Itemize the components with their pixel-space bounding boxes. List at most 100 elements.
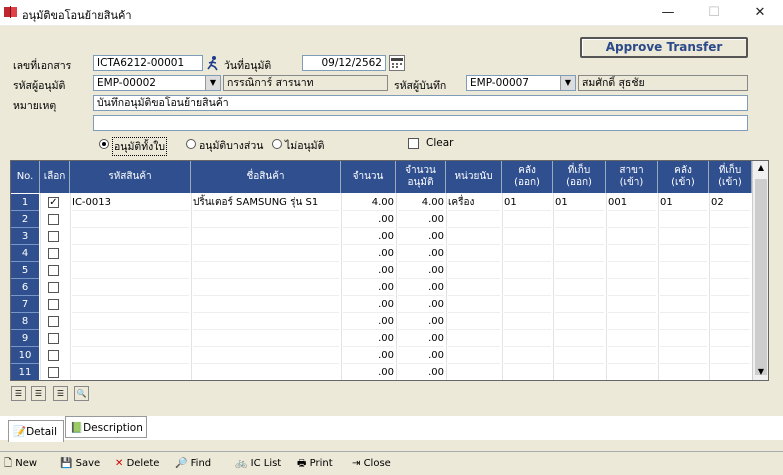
chevron-down-icon[interactable]: ▼ bbox=[560, 76, 575, 90]
cell-wh-in[interactable] bbox=[660, 279, 707, 296]
remark-field-2[interactable] bbox=[93, 115, 748, 131]
cell-branch-in[interactable] bbox=[608, 313, 656, 330]
save-button[interactable]: 💾 Save bbox=[60, 454, 100, 474]
minimize-button[interactable]: — bbox=[645, 0, 691, 26]
cell-approved[interactable]: .00 bbox=[398, 228, 444, 245]
radio-approve-partial[interactable] bbox=[186, 139, 196, 149]
cell-branch-in[interactable] bbox=[608, 347, 656, 364]
print-button[interactable]: 🖶 Print bbox=[297, 454, 333, 474]
scroll-down-icon[interactable]: ▼ bbox=[753, 367, 768, 376]
row-select-checkbox[interactable] bbox=[48, 316, 59, 327]
cell-loc-in[interactable] bbox=[711, 330, 750, 347]
recorder-code-dropdown[interactable]: EMP-00007 ▼ bbox=[466, 75, 576, 91]
cell-unit[interactable] bbox=[448, 330, 500, 347]
cell-branch-in[interactable] bbox=[608, 279, 656, 296]
cell-unit[interactable] bbox=[448, 211, 500, 228]
row-select-checkbox[interactable]: ✓ bbox=[48, 197, 59, 208]
cell-unit[interactable]: เครื่อง bbox=[448, 194, 500, 211]
doc-search-icon[interactable] bbox=[205, 55, 221, 71]
cell-loc-out[interactable] bbox=[555, 262, 604, 279]
find-button[interactable]: 🔎 Find bbox=[175, 454, 211, 474]
cell-code[interactable] bbox=[72, 313, 189, 330]
cell-loc-in[interactable] bbox=[711, 364, 750, 380]
cell-loc-in[interactable] bbox=[711, 228, 750, 245]
close-window-button[interactable]: ✕ bbox=[737, 0, 783, 26]
cell-loc-in[interactable] bbox=[711, 347, 750, 364]
insert-row-icon[interactable]: ☰ bbox=[11, 386, 26, 401]
row-number[interactable]: 8 bbox=[11, 313, 39, 330]
cell-code[interactable] bbox=[72, 279, 189, 296]
cell-qty[interactable]: .00 bbox=[343, 296, 394, 313]
cell-loc-in[interactable] bbox=[711, 245, 750, 262]
row-number[interactable]: 11 bbox=[11, 364, 39, 380]
grid-scrollbar[interactable]: ▲ ▼ bbox=[752, 161, 768, 380]
cell-name[interactable] bbox=[193, 245, 339, 262]
radio-not-approve[interactable] bbox=[272, 139, 282, 149]
grid-search-icon[interactable]: 🔍 bbox=[74, 386, 89, 401]
cell-loc-in[interactable] bbox=[711, 211, 750, 228]
cell-qty[interactable]: .00 bbox=[343, 313, 394, 330]
cell-name[interactable] bbox=[193, 313, 339, 330]
cell-unit[interactable] bbox=[448, 262, 500, 279]
cell-branch-in[interactable] bbox=[608, 228, 656, 245]
cell-wh-in[interactable] bbox=[660, 296, 707, 313]
chevron-down-icon[interactable]: ▼ bbox=[205, 76, 220, 90]
cell-loc-in[interactable] bbox=[711, 313, 750, 330]
cell-branch-in[interactable] bbox=[608, 262, 656, 279]
cell-unit[interactable] bbox=[448, 228, 500, 245]
cell-unit[interactable] bbox=[448, 313, 500, 330]
cell-wh-in[interactable] bbox=[660, 313, 707, 330]
cell-qty[interactable]: .00 bbox=[343, 228, 394, 245]
calendar-icon[interactable] bbox=[389, 55, 405, 71]
cell-wh-in[interactable] bbox=[660, 347, 707, 364]
row-select-checkbox[interactable] bbox=[48, 214, 59, 225]
approve-date-field[interactable]: 09/12/2562 bbox=[302, 55, 386, 71]
cell-loc-in[interactable] bbox=[711, 262, 750, 279]
clear-checkbox[interactable] bbox=[408, 138, 419, 149]
approver-code-dropdown[interactable]: EMP-00002 ▼ bbox=[93, 75, 221, 91]
cell-approved[interactable]: .00 bbox=[398, 296, 444, 313]
cell-approved[interactable]: .00 bbox=[398, 279, 444, 296]
tab-detail[interactable]: 📝Detail bbox=[8, 420, 64, 442]
cell-wh-in[interactable] bbox=[660, 364, 707, 380]
cell-loc-in[interactable] bbox=[711, 296, 750, 313]
cell-wh-in[interactable] bbox=[660, 330, 707, 347]
cell-qty[interactable]: 4.00 bbox=[343, 194, 394, 211]
cell-loc-out[interactable] bbox=[555, 211, 604, 228]
radio-not-approve-label[interactable]: ไม่อนุมัติ bbox=[285, 137, 324, 154]
row-number[interactable]: 5 bbox=[11, 262, 39, 279]
cell-loc-out[interactable] bbox=[555, 364, 604, 380]
cell-wh-out[interactable] bbox=[504, 296, 551, 313]
cell-wh-out[interactable] bbox=[504, 245, 551, 262]
cell-wh-out[interactable] bbox=[504, 228, 551, 245]
cell-approved[interactable]: 4.00 bbox=[398, 194, 444, 211]
cell-loc-out[interactable] bbox=[555, 245, 604, 262]
cell-code[interactable] bbox=[72, 228, 189, 245]
scroll-thumb[interactable] bbox=[755, 179, 767, 375]
cell-code[interactable]: IC-0013 bbox=[72, 194, 189, 211]
row-select-checkbox[interactable] bbox=[48, 248, 59, 259]
approve-transfer-button[interactable]: Approve Transfer bbox=[580, 37, 748, 58]
cell-wh-out[interactable]: 01 bbox=[504, 194, 551, 211]
cell-unit[interactable] bbox=[448, 245, 500, 262]
tab-description[interactable]: 📗Description bbox=[65, 416, 147, 438]
cell-wh-out[interactable] bbox=[504, 330, 551, 347]
radio-approve-all-label[interactable]: อนุมัติทั้งใบ bbox=[112, 137, 168, 156]
cell-branch-in[interactable] bbox=[608, 330, 656, 347]
row-select-checkbox[interactable] bbox=[48, 265, 59, 276]
cell-qty[interactable]: .00 bbox=[343, 279, 394, 296]
cell-qty[interactable]: .00 bbox=[343, 364, 394, 380]
cell-name[interactable] bbox=[193, 211, 339, 228]
row-number[interactable]: 10 bbox=[11, 347, 39, 364]
cell-wh-out[interactable] bbox=[504, 211, 551, 228]
cell-qty[interactable]: .00 bbox=[343, 211, 394, 228]
cell-branch-in[interactable] bbox=[608, 296, 656, 313]
cell-code[interactable] bbox=[72, 296, 189, 313]
cell-name[interactable] bbox=[193, 296, 339, 313]
cell-loc-out[interactable]: 01 bbox=[555, 194, 604, 211]
cell-qty[interactable]: .00 bbox=[343, 262, 394, 279]
cell-wh-in[interactable] bbox=[660, 228, 707, 245]
cell-loc-out[interactable] bbox=[555, 228, 604, 245]
cell-loc-out[interactable] bbox=[555, 313, 604, 330]
radio-approve-all[interactable] bbox=[99, 139, 109, 149]
